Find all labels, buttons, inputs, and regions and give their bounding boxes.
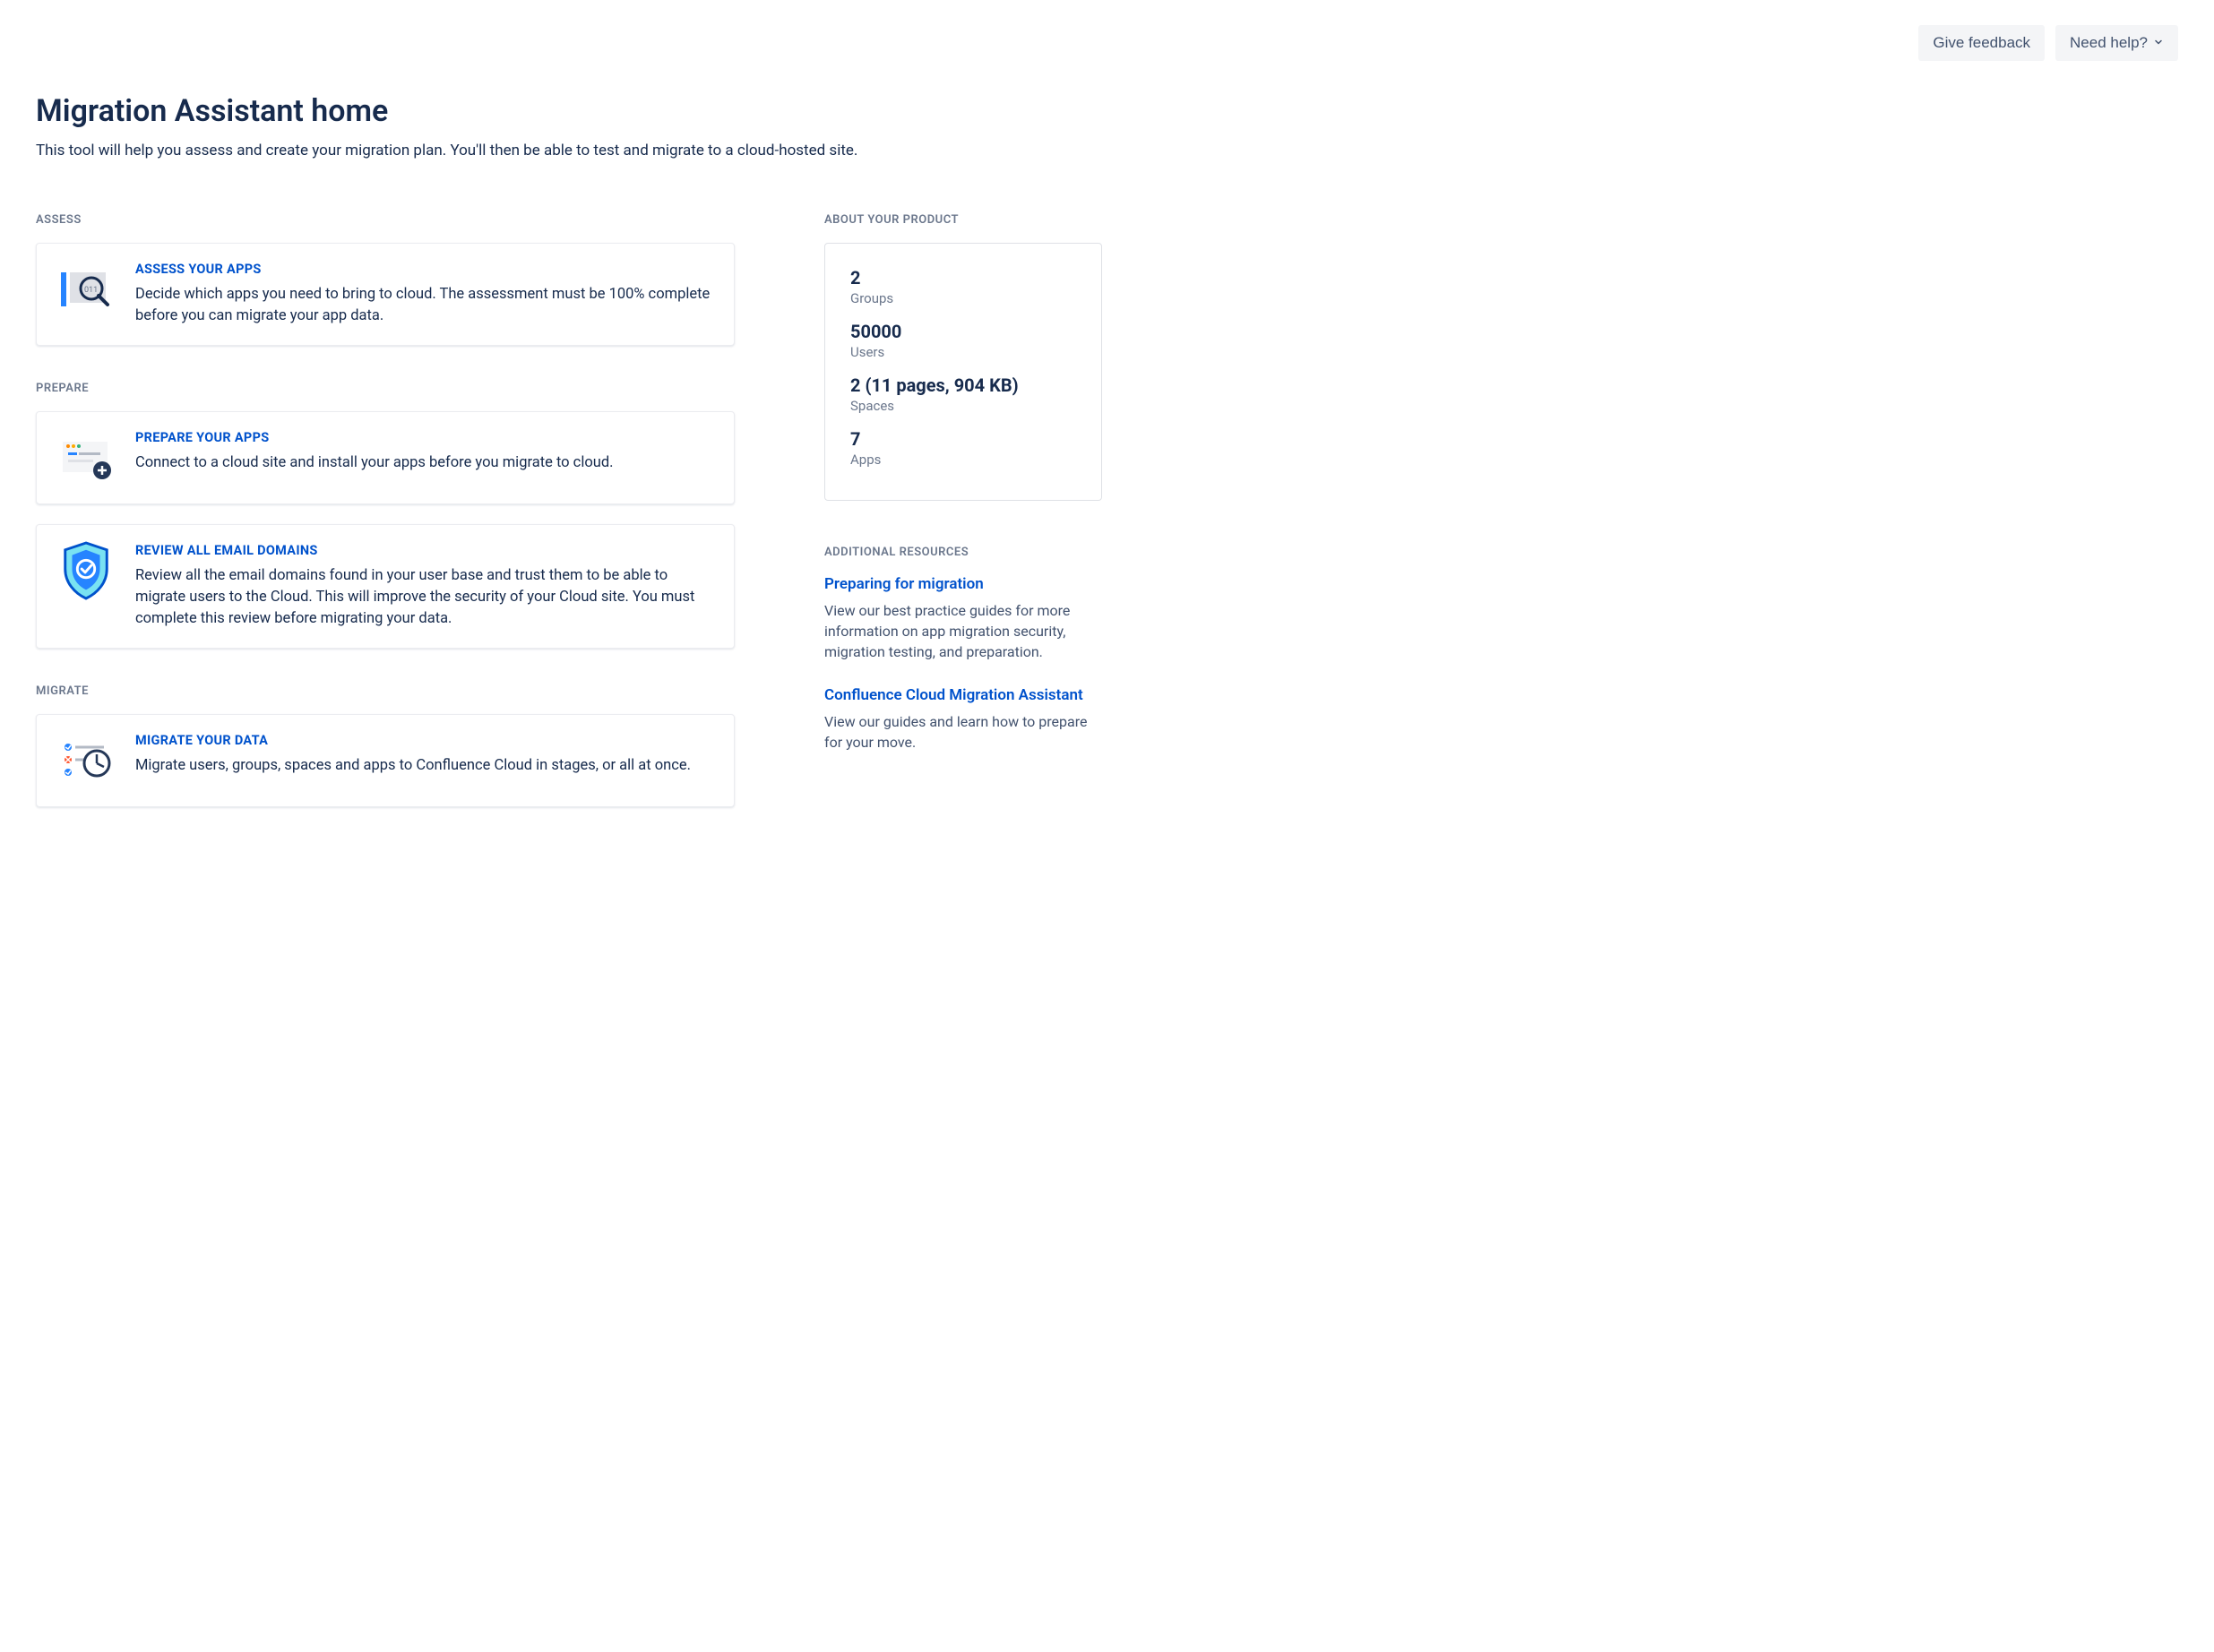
- card-title: REVIEW ALL EMAIL DOMAINS: [135, 543, 712, 558]
- stat-value: 2: [850, 267, 1076, 288]
- section-label-prepare: PREPARE: [36, 382, 735, 395]
- shield-icon: [58, 543, 114, 598]
- top-actions: Give feedback Need help?: [36, 25, 2178, 61]
- stat-label: Apps: [850, 452, 1076, 468]
- chevron-down-icon: [2153, 37, 2164, 50]
- stat-groups: 2 Groups: [850, 267, 1076, 306]
- resource-link[interactable]: Preparing for migration: [824, 575, 1102, 593]
- give-feedback-button[interactable]: Give feedback: [1918, 25, 2045, 61]
- card-desc: Connect to a cloud site and install your…: [135, 452, 614, 474]
- section-migrate: MIGRATE: [36, 684, 735, 807]
- card-desc: Review all the email domains found in yo…: [135, 565, 712, 630]
- card-assess-your-apps[interactable]: 011 ASSESS YOUR APPS Decide which apps y…: [36, 243, 735, 346]
- page-title: Migration Assistant home: [36, 93, 2178, 129]
- card-desc: Decide which apps you need to bring to c…: [135, 284, 712, 327]
- section-assess: ASSESS 011 ASSESS YOUR APPS Decide which…: [36, 213, 735, 346]
- stat-users: 50000 Users: [850, 321, 1076, 360]
- card-migrate-your-data[interactable]: MIGRATE YOUR DATA Migrate users, groups,…: [36, 714, 735, 807]
- stat-apps: 7 Apps: [850, 428, 1076, 468]
- card-review-email-domains[interactable]: REVIEW ALL EMAIL DOMAINS Review all the …: [36, 524, 735, 649]
- resource-preparing-for-migration: Preparing for migration View our best pr…: [824, 575, 1102, 663]
- resources-label: ADDITIONAL RESOURCES: [824, 546, 1102, 559]
- assess-apps-icon: 011: [58, 262, 114, 317]
- prepare-apps-icon: [58, 430, 114, 486]
- card-desc: Migrate users, groups, spaces and apps t…: [135, 755, 691, 777]
- stat-value: 50000: [850, 321, 1076, 342]
- card-prepare-your-apps[interactable]: PREPARE YOUR APPS Connect to a cloud sit…: [36, 411, 735, 504]
- section-prepare: PREPARE: [36, 382, 735, 649]
- section-label-migrate: MIGRATE: [36, 684, 735, 698]
- stat-label: Groups: [850, 290, 1076, 306]
- give-feedback-label: Give feedback: [1933, 34, 2030, 52]
- stat-value: 2 (11 pages, 904 KB): [850, 374, 1076, 396]
- resource-link[interactable]: Confluence Cloud Migration Assistant: [824, 686, 1102, 704]
- card-title: MIGRATE YOUR DATA: [135, 733, 691, 748]
- resource-desc: View our guides and learn how to prepare…: [824, 711, 1102, 753]
- card-title: PREPARE YOUR APPS: [135, 430, 614, 445]
- stat-label: Users: [850, 344, 1076, 360]
- migrate-data-icon: [58, 733, 114, 788]
- page-subtitle: This tool will help you assess and creat…: [36, 142, 2178, 159]
- card-title: ASSESS YOUR APPS: [135, 262, 712, 277]
- resource-desc: View our best practice guides for more i…: [824, 600, 1102, 663]
- need-help-button[interactable]: Need help?: [2055, 25, 2178, 61]
- need-help-label: Need help?: [2070, 34, 2148, 52]
- about-label: ABOUT YOUR PRODUCT: [824, 213, 1102, 227]
- section-label-assess: ASSESS: [36, 213, 735, 227]
- stat-label: Spaces: [850, 398, 1076, 414]
- stat-value: 7: [850, 428, 1076, 450]
- svg-text:011: 011: [84, 286, 98, 295]
- stat-spaces: 2 (11 pages, 904 KB) Spaces: [850, 374, 1076, 414]
- about-product-box: 2 Groups 50000 Users 2 (11 pages, 904 KB…: [824, 243, 1102, 501]
- resource-confluence-cloud-migration-assistant: Confluence Cloud Migration Assistant Vie…: [824, 686, 1102, 753]
